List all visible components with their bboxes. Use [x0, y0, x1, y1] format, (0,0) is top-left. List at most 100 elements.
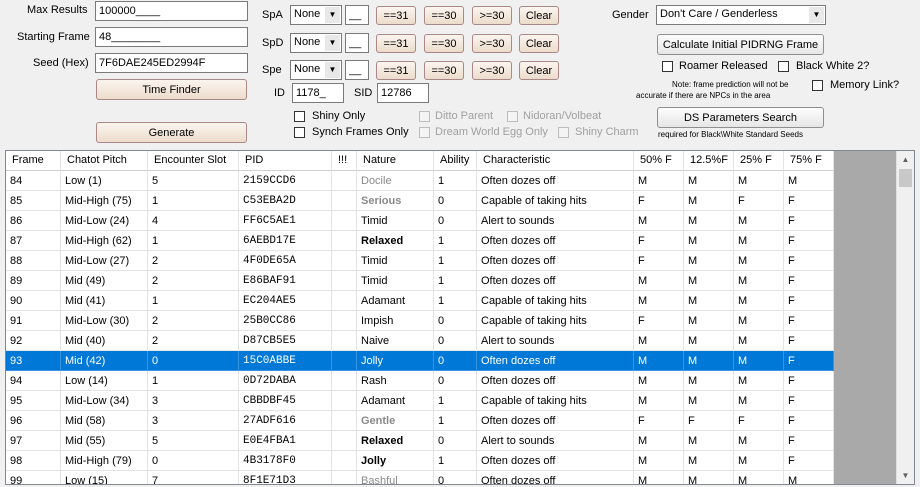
col-50f-header[interactable]: 50% F	[634, 151, 684, 171]
spd-eq31-button[interactable]: ==31	[376, 34, 416, 53]
table-row[interactable]: 97 Mid (55) 5 E0E4FBA1 Relaxed 0 Alert to soun…	[6, 431, 834, 451]
table-row[interactable]: 89 Mid (49) 2 E86BAF91 Timid 1 Often dozes off…	[6, 271, 834, 291]
spa-clear-button[interactable]: Clear	[519, 6, 559, 25]
ditto-parent-checkbox[interactable]	[419, 111, 430, 122]
col-25f-cell: M	[734, 391, 784, 411]
col-special-cell	[332, 171, 357, 191]
col-chatot-pitch-cell: Low (15)	[61, 471, 148, 484]
calc-pidrng-button[interactable]: Calculate Initial PIDRNG Frame	[657, 34, 824, 55]
col-special-cell	[332, 351, 357, 371]
scroll-up-icon[interactable]: ▲	[897, 151, 914, 168]
gender-select[interactable]: Don't Care / Genderless ▼	[656, 5, 826, 25]
scroll-thumb[interactable]	[899, 169, 912, 187]
dream-world-checkbox[interactable]	[419, 127, 430, 138]
spe-clear-button[interactable]: Clear	[519, 61, 559, 80]
spd-iv-input[interactable]	[345, 33, 369, 53]
spa-eq31-button[interactable]: ==31	[376, 6, 416, 25]
roamer-released-checkbox[interactable]	[662, 61, 673, 72]
col-encounter-slot-cell: 2	[148, 251, 239, 271]
col-75f-cell: F	[784, 351, 834, 371]
spe-compare-select[interactable]: None ▼	[290, 60, 342, 80]
table-row[interactable]: 85 Mid-High (75) 1 C53EBA2D Serious 0 Capable …	[6, 191, 834, 211]
col-characteristic-cell: Capable of taking hits	[477, 391, 634, 411]
starting-frame-input[interactable]	[95, 27, 248, 47]
table-row[interactable]: 90 Mid (41) 1 EC204AE5 Adamant 1 Capable of ta…	[6, 291, 834, 311]
table-row[interactable]: 94 Low (14) 1 0D72DABA Rash 0 Often dozes off M…	[6, 371, 834, 391]
col-25f-header[interactable]: 25% F	[734, 151, 784, 171]
chevron-down-icon: ▼	[325, 62, 340, 78]
spe-eq31-button[interactable]: ==31	[376, 61, 416, 80]
spd-compare-select[interactable]: None ▼	[290, 33, 342, 53]
shiny-charm-checkbox[interactable]	[558, 127, 569, 138]
col-75f-cell: F	[784, 291, 834, 311]
col-25f-cell: M	[734, 171, 784, 191]
spa-ge30-button[interactable]: >=30	[472, 6, 512, 25]
table-row[interactable]: 93 Mid (42) 0 15C0ABBE Jolly 0 Often dozes off…	[6, 351, 834, 371]
col-75f-cell: F	[784, 391, 834, 411]
col-chatot-pitch-cell: Mid-Low (30)	[61, 311, 148, 331]
col-pid-cell: FF6C5AE1	[239, 211, 332, 231]
synch-frames-checkbox[interactable]	[294, 127, 305, 138]
table-row[interactable]: 88 Mid-Low (27) 2 4F0DE65A Timid 1 Often dozes…	[6, 251, 834, 271]
table-row[interactable]: 86 Mid-Low (24) 4 FF6C5AE1 Timid 0 Alert to so…	[6, 211, 834, 231]
col-50f-cell: M	[634, 271, 684, 291]
spe-ge30-button[interactable]: >=30	[472, 61, 512, 80]
spe-iv-input[interactable]	[345, 60, 369, 80]
generate-button[interactable]: Generate	[96, 122, 247, 143]
col-special-header[interactable]: !!!	[332, 151, 357, 171]
table-row[interactable]: 96 Mid (58) 3 27ADF616 Gentle 1 Often dozes of…	[6, 411, 834, 431]
col-12-5f-header[interactable]: 12.5%F	[684, 151, 734, 171]
scroll-down-icon[interactable]: ▼	[897, 467, 914, 484]
col-75f-cell: M	[784, 171, 834, 191]
results-grid[interactable]: Frame Chatot Pitch Encounter Slot PID!!! Nat…	[5, 150, 915, 485]
table-row[interactable]: 84 Low (1) 5 2159CCD6 Docile 1 Often dozes off…	[6, 171, 834, 191]
max-results-input[interactable]	[95, 1, 248, 21]
black-white-2-checkbox[interactable]	[778, 61, 789, 72]
sid-input[interactable]	[377, 83, 429, 103]
col-special-cell	[332, 191, 357, 211]
table-row[interactable]: 91 Mid-Low (30) 2 25B0CC86 Impish 0 Capable of…	[6, 311, 834, 331]
col-50f-cell: F	[634, 251, 684, 271]
table-row[interactable]: 87 Mid-High (62) 1 6AEBD17E Relaxed 1 Often do…	[6, 231, 834, 251]
col-frame-header[interactable]: Frame	[6, 151, 61, 171]
col-nature-header[interactable]: Nature	[357, 151, 434, 171]
table-row[interactable]: 95 Mid-Low (34) 3 CBBDBF45 Adamant 1 Capable o…	[6, 391, 834, 411]
col-characteristic-header[interactable]: Characteristic	[477, 151, 634, 171]
spd-clear-button[interactable]: Clear	[519, 34, 559, 53]
id-input[interactable]	[292, 83, 344, 103]
table-row[interactable]: 99 Low (15) 7 8F1E71D3 Bashful 0 Often dozes o…	[6, 471, 834, 484]
col-encounter-slot-cell: 2	[148, 311, 239, 331]
shiny-only-checkbox[interactable]	[294, 111, 305, 122]
spd-eq30-button[interactable]: ==30	[424, 34, 464, 53]
ds-parameters-search-button[interactable]: DS Parameters Search	[657, 107, 824, 128]
spa-eq30-button[interactable]: ==30	[424, 6, 464, 25]
spd-ge30-button[interactable]: >=30	[472, 34, 512, 53]
nidoran-volbeat-checkbox[interactable]	[507, 111, 518, 122]
table-row[interactable]: 92 Mid (40) 2 D87CB5E5 Naive 0 Alert to sounds…	[6, 331, 834, 351]
memory-link-checkbox[interactable]	[812, 80, 823, 91]
col-pid-cell: 4F0DE65A	[239, 251, 332, 271]
seed-label: Seed (Hex)	[33, 57, 89, 69]
col-special-cell	[332, 231, 357, 251]
col-12-5f-cell: M	[684, 271, 734, 291]
spa-iv-input[interactable]	[345, 5, 369, 25]
col-ability-header[interactable]: Ability	[434, 151, 477, 171]
spa-compare-select[interactable]: None ▼	[290, 5, 342, 25]
col-pid-header[interactable]: PID	[239, 151, 332, 171]
col-chatot-pitch-cell: Mid (42)	[61, 351, 148, 371]
table-row[interactable]: 98 Mid-High (79) 0 4B3178F0 Jolly 1 Often doze…	[6, 451, 834, 471]
col-75f-header[interactable]: 75% F	[784, 151, 834, 171]
col-encounter-slot-header[interactable]: Encounter Slot	[148, 151, 239, 171]
vertical-scrollbar[interactable]: ▲ ▼	[896, 151, 914, 484]
time-finder-button[interactable]: Time Finder	[96, 79, 247, 100]
seed-input[interactable]	[95, 53, 248, 73]
col-special-cell	[332, 391, 357, 411]
col-special-cell	[332, 431, 357, 451]
col-nature-cell: Jolly	[357, 451, 434, 471]
spe-eq30-button[interactable]: ==30	[424, 61, 464, 80]
gender-label: Gender	[612, 9, 649, 21]
col-frame-cell: 91	[6, 311, 61, 331]
col-chatot-pitch-header[interactable]: Chatot Pitch	[61, 151, 148, 171]
col-characteristic-cell: Often dozes off	[477, 451, 634, 471]
col-25f-cell: M	[734, 271, 784, 291]
